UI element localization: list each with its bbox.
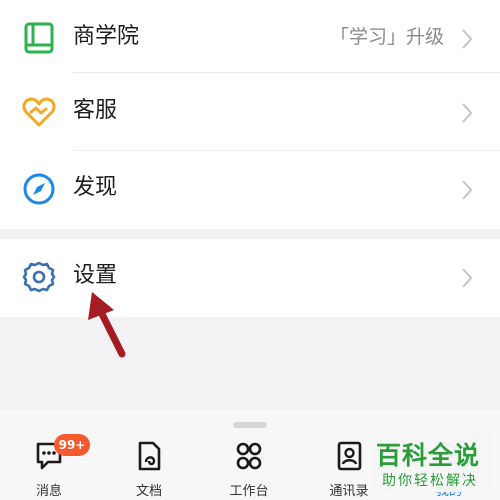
compass-icon — [23, 173, 55, 205]
drag-handle[interactable] — [233, 422, 267, 428]
menu-item-customer-service[interactable]: 客服 — [0, 74, 500, 152]
unread-badge: 99+ — [54, 434, 90, 456]
menu-label: 客服 — [73, 98, 118, 123]
chevron-right-icon — [462, 268, 473, 288]
book-icon — [24, 22, 54, 54]
menu-item-discover[interactable]: 发现 — [0, 151, 500, 229]
gear-icon — [22, 261, 56, 293]
heart-service-icon — [22, 97, 56, 127]
tab-label: 文档 — [135, 484, 162, 499]
menu-item-business-school[interactable]: 商学院 「学习」升级 — [0, 0, 500, 78]
tab-workspace[interactable]: 工作台 — [212, 440, 286, 500]
menu-value: 「学习」升级 — [329, 26, 444, 48]
menu-group-top: 商学院 「学习」升级 客服 发现 — [0, 0, 500, 229]
menu-label: 发现 — [73, 175, 118, 200]
divider — [73, 72, 500, 73]
watermark-title: 百科全说 — [376, 441, 481, 470]
watermark-subtitle: 助你轻松解决 — [382, 473, 478, 489]
watermark: 百科全说 助你轻松解决 — [370, 432, 492, 492]
contacts-icon — [337, 441, 362, 471]
chevron-right-icon — [462, 29, 473, 49]
menu-label: 商学院 — [73, 24, 140, 49]
menu-label: 设置 — [73, 263, 118, 288]
menu-group-settings: 设置 — [0, 239, 500, 317]
chevron-right-icon — [462, 103, 473, 123]
menu-item-settings[interactable]: 设置 — [0, 239, 500, 317]
workspace-icon — [236, 442, 262, 470]
document-icon — [138, 441, 161, 471]
annotation-arrow — [88, 292, 126, 358]
tab-documents[interactable]: 文档 — [112, 440, 186, 500]
chevron-right-icon — [462, 180, 473, 200]
tab-label: 工作台 — [229, 484, 269, 499]
tab-label: 消息 — [35, 484, 62, 499]
